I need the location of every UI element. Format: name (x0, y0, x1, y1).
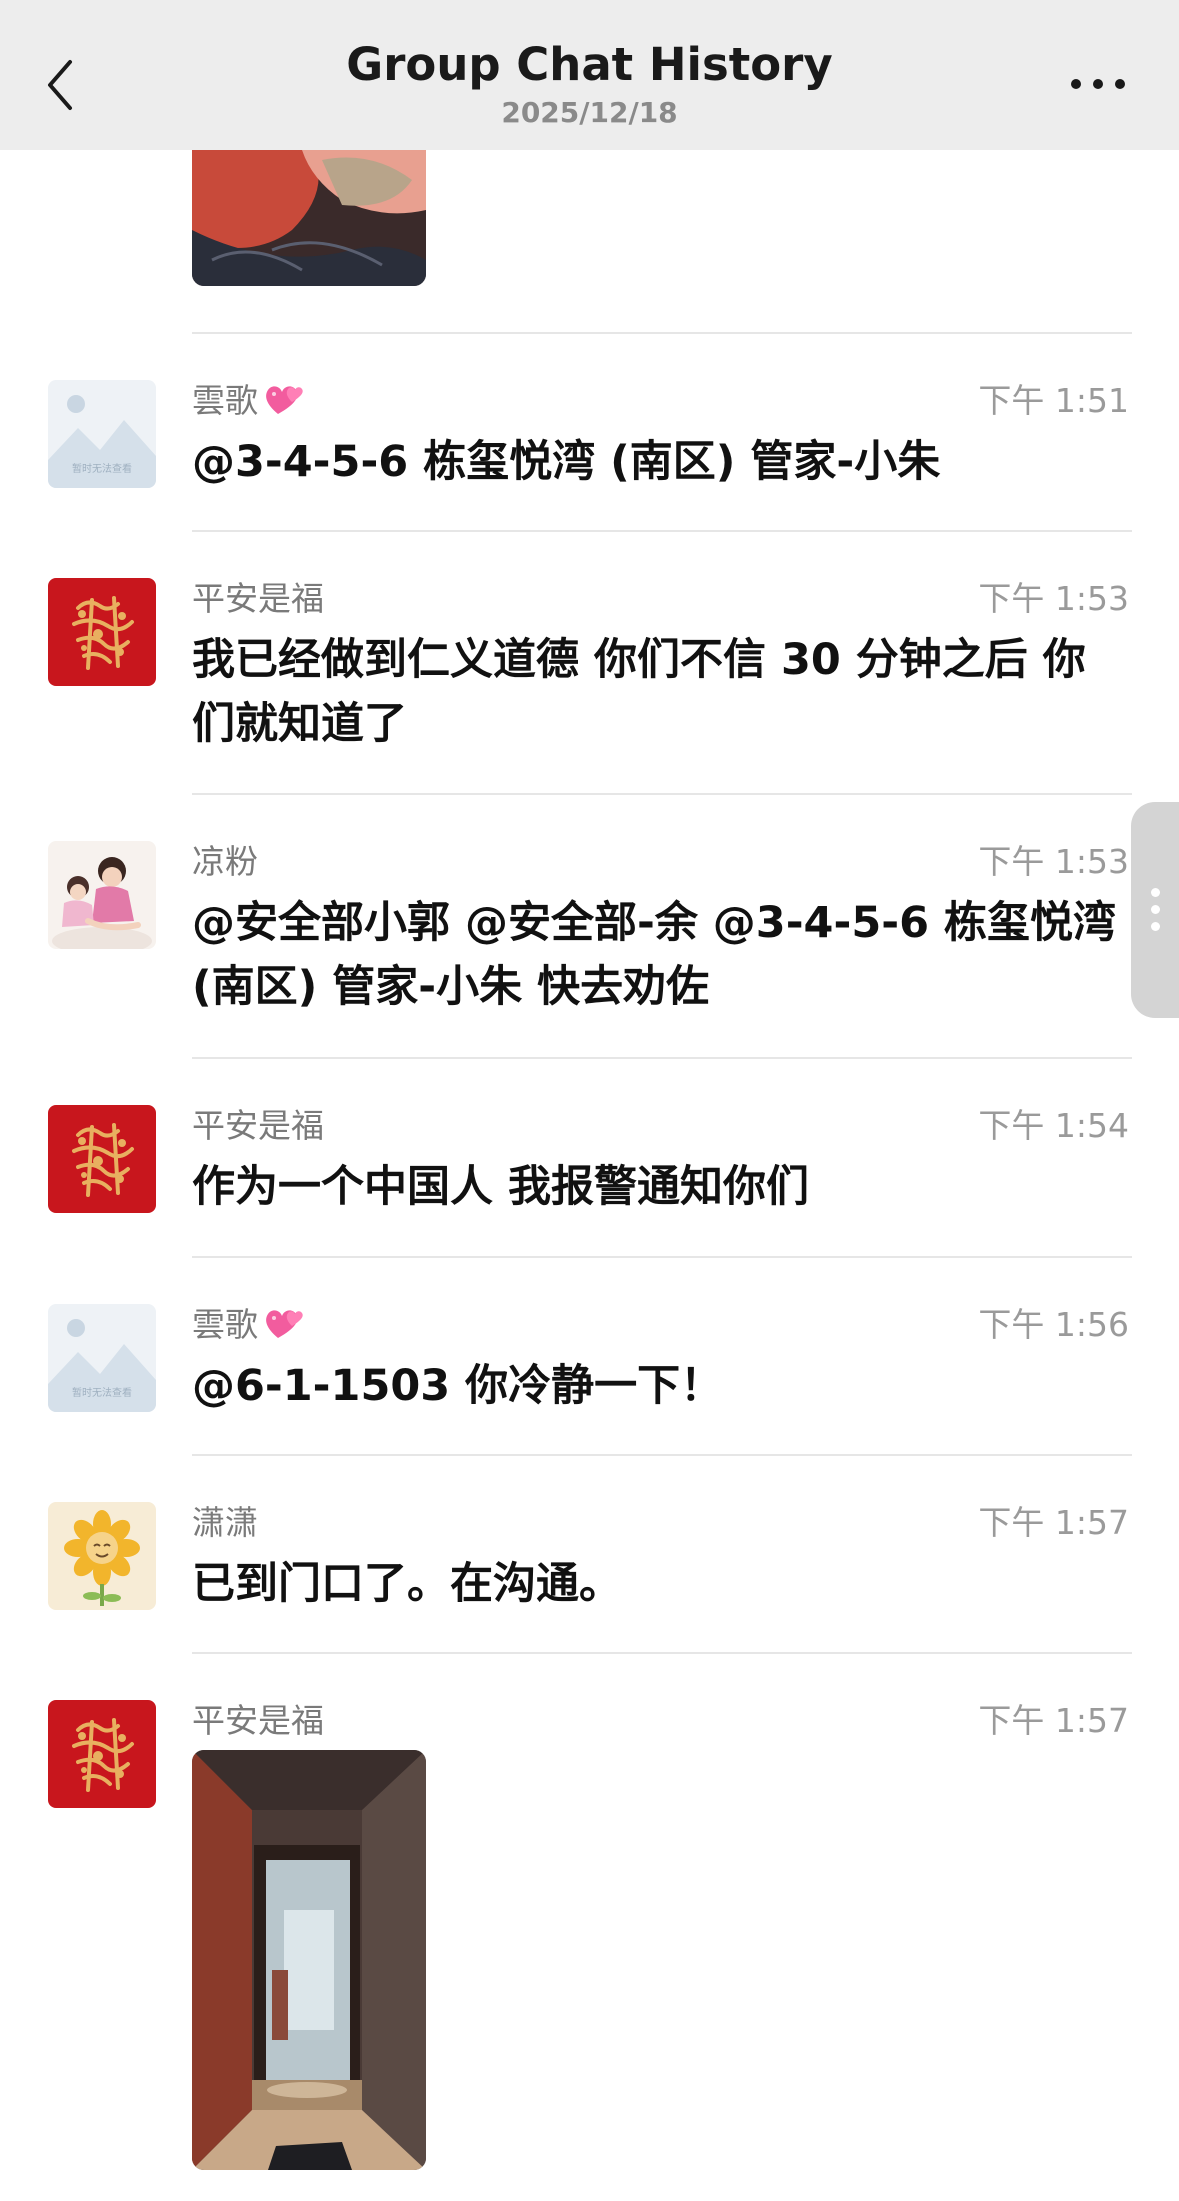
message-time: 下午 1:53 (978, 842, 1129, 881)
avatar[interactable] (48, 1700, 156, 1808)
avatar[interactable] (48, 1502, 156, 1610)
heart-icon (264, 1304, 306, 1350)
message-text[interactable]: @6-1-1503 你冷静一下！ (192, 1354, 1122, 1418)
divider (192, 1454, 1132, 1456)
message-image[interactable] (192, 1750, 426, 2170)
avatar[interactable] (48, 578, 156, 686)
sender-name: 平安是福 (192, 1701, 324, 1740)
photo-avatar-icon (48, 841, 156, 949)
divider (192, 793, 1132, 795)
message-text[interactable]: 我已经做到仁义道德 你们不信 30 分钟之后 你们就知道了 (192, 628, 1122, 756)
handle-dot (1151, 888, 1160, 897)
avatar-caption: 暂时无法查看 (72, 1386, 132, 1399)
message-text[interactable]: 已到门口了。在沟通。 (192, 1552, 1122, 1616)
message-text[interactable]: @安全部小郭 @安全部-余 @3-4-5-6 栋玺悦湾 (南区) 管家-小朱 快… (192, 891, 1122, 1019)
divider (192, 530, 1132, 532)
message-time: 下午 1:54 (978, 1106, 1129, 1145)
more-button[interactable] (1064, 66, 1134, 96)
message-time: 下午 1:57 (978, 1503, 1129, 1542)
divider (192, 1256, 1132, 1258)
fu-character-icon (48, 1700, 156, 1808)
message-text[interactable]: 作为一个中国人 我报警通知你们 (192, 1155, 1122, 1219)
handle-dot (1151, 905, 1160, 914)
message-time: 下午 1:51 (978, 381, 1129, 420)
sender-name: 平安是福 (192, 579, 324, 618)
divider (192, 1057, 1132, 1059)
avatar[interactable]: 暂时无法查看 (48, 1304, 156, 1412)
image-placeholder-icon: 暂时无法查看 (48, 380, 156, 488)
avatar[interactable] (48, 841, 156, 949)
message-time: 下午 1:56 (978, 1305, 1129, 1344)
message-image-partial[interactable] (192, 150, 426, 286)
hallway-photo-icon (192, 1750, 426, 2170)
page-title: Group Chat History (346, 38, 833, 91)
heart-icon (264, 380, 306, 426)
image-placeholder-icon: 暂时无法查看 (48, 1304, 156, 1412)
avatar-caption: 暂时无法查看 (72, 462, 132, 475)
sender-name: 凉粉 (192, 842, 258, 881)
more-icon (1071, 79, 1125, 89)
header-bar: Group Chat History 2025/12/18 (0, 0, 1179, 150)
sender-name: 潇潇 (192, 1503, 258, 1542)
divider (192, 332, 1132, 334)
photo-thumbnail-icon (192, 150, 426, 286)
sender-name: 平安是福 (192, 1106, 324, 1145)
divider (192, 1652, 1132, 1654)
avatar[interactable] (48, 1105, 156, 1213)
message-time: 下午 1:57 (978, 1701, 1129, 1740)
sender-name: 雲歌 (192, 1298, 306, 1350)
sunflower-avatar-icon (48, 1502, 156, 1610)
side-drawer-handle[interactable] (1131, 802, 1179, 1018)
sender-name: 雲歌 (192, 374, 306, 426)
avatar[interactable]: 暂时无法查看 (48, 380, 156, 488)
message-text[interactable]: @3-4-5-6 栋玺悦湾 (南区) 管家-小朱 (192, 430, 1122, 494)
handle-dot (1151, 922, 1160, 931)
fu-character-icon (48, 578, 156, 686)
page-date: 2025/12/18 (501, 96, 678, 129)
message-time: 下午 1:53 (978, 579, 1129, 618)
fu-character-icon (48, 1105, 156, 1213)
